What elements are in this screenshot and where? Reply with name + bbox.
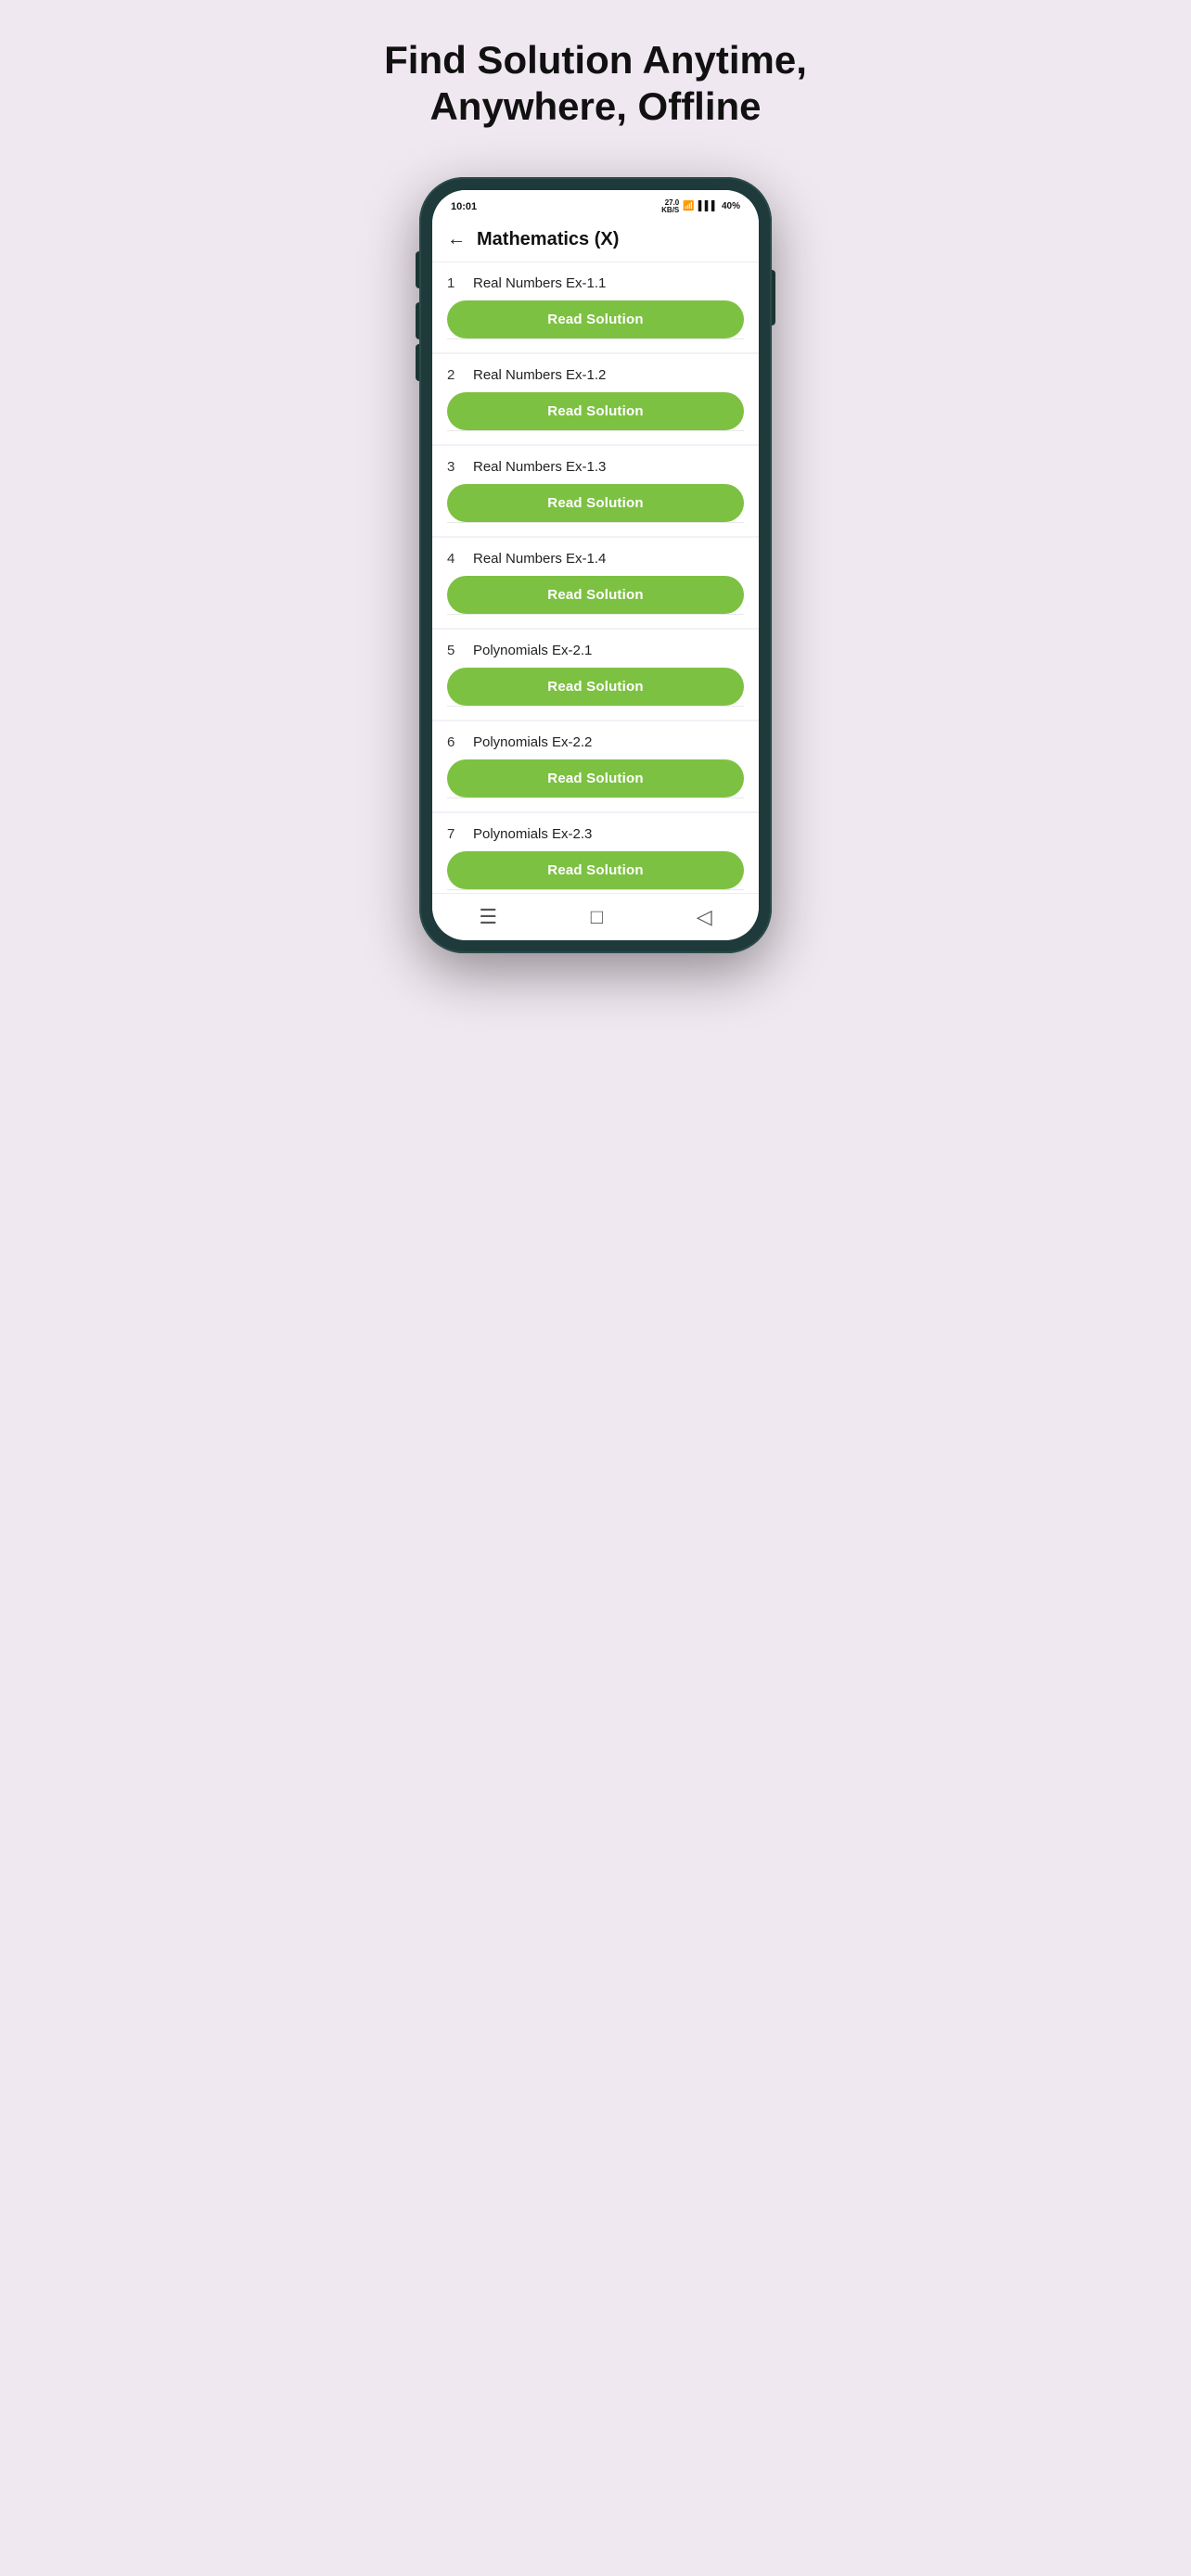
read-solution-button[interactable]: Read Solution bbox=[447, 851, 744, 889]
list-item: 3Real Numbers Ex-1.3 Read Solution bbox=[432, 446, 759, 536]
list-item: 6Polynomials Ex-2.2 Read Solution bbox=[432, 721, 759, 811]
item-number: 6 bbox=[447, 734, 473, 750]
list-container: 1Real Numbers Ex-1.1Read Solution2Real N… bbox=[432, 262, 759, 893]
item-number: 3 bbox=[447, 459, 473, 475]
back-arrow-icon[interactable]: ← bbox=[447, 229, 466, 250]
item-header: 3Real Numbers Ex-1.3 bbox=[447, 459, 744, 475]
battery-level: 40% bbox=[722, 201, 740, 211]
read-solution-button[interactable]: Read Solution bbox=[447, 759, 744, 797]
item-number: 4 bbox=[447, 551, 473, 567]
signal-icon: ▌▌▌ bbox=[698, 201, 718, 211]
page-title: Find Solution Anytime, Anywhere, Offline bbox=[384, 37, 807, 131]
phone-screen: 10:01 27.0 KB/S 📶 ▌▌▌ 40% ← Mathematics … bbox=[432, 190, 759, 940]
item-number: 2 bbox=[447, 367, 473, 383]
status-time: 10:01 bbox=[451, 201, 477, 212]
item-label: Polynomials Ex-2.3 bbox=[473, 826, 592, 842]
item-header: 1Real Numbers Ex-1.1 bbox=[447, 275, 744, 291]
item-label: Real Numbers Ex-1.1 bbox=[473, 275, 606, 291]
list-item: 7Polynomials Ex-2.3 Read Solution bbox=[432, 813, 759, 893]
data-unit: KB/S bbox=[661, 207, 679, 214]
back-icon[interactable]: ◁ bbox=[697, 905, 712, 929]
list-item: 4Real Numbers Ex-1.4 Read Solution bbox=[432, 538, 759, 628]
read-solution-button[interactable]: Read Solution bbox=[447, 300, 744, 338]
item-header: 7Polynomials Ex-2.3 bbox=[447, 826, 744, 842]
item-header: 2Real Numbers Ex-1.2 bbox=[447, 367, 744, 383]
item-number: 1 bbox=[447, 275, 473, 291]
list-item: 5Polynomials Ex-2.1 Read Solution bbox=[432, 630, 759, 720]
item-label: Real Numbers Ex-1.3 bbox=[473, 459, 606, 475]
item-header: 4Real Numbers Ex-1.4 bbox=[447, 551, 744, 567]
item-label: Real Numbers Ex-1.4 bbox=[473, 551, 606, 567]
list-item: 2Real Numbers Ex-1.2 Read Solution bbox=[432, 354, 759, 444]
item-number: 7 bbox=[447, 826, 473, 842]
item-header: 6Polynomials Ex-2.2 bbox=[447, 734, 744, 750]
item-header: 5Polynomials Ex-2.1 bbox=[447, 643, 744, 658]
status-bar-right: 27.0 KB/S 📶 ▌▌▌ 40% bbox=[661, 199, 740, 214]
home-icon[interactable]: □ bbox=[591, 905, 603, 929]
bottom-nav: ☰ □ ◁ bbox=[432, 893, 759, 940]
status-bar: 10:01 27.0 KB/S 📶 ▌▌▌ 40% bbox=[432, 190, 759, 220]
read-solution-button[interactable]: Read Solution bbox=[447, 392, 744, 430]
screen-title: Mathematics (X) bbox=[477, 229, 619, 250]
item-number: 5 bbox=[447, 643, 473, 658]
item-label: Polynomials Ex-2.2 bbox=[473, 734, 592, 750]
phone-frame: 10:01 27.0 KB/S 📶 ▌▌▌ 40% ← Mathematics … bbox=[419, 177, 772, 953]
item-label: Polynomials Ex-2.1 bbox=[473, 643, 592, 658]
read-solution-button[interactable]: Read Solution bbox=[447, 484, 744, 522]
nav-bar: ← Mathematics (X) bbox=[432, 220, 759, 262]
read-solution-button[interactable]: Read Solution bbox=[447, 576, 744, 614]
list-item: 1Real Numbers Ex-1.1 Read Solution bbox=[432, 262, 759, 352]
wifi-icon: 📶 bbox=[683, 201, 694, 211]
read-solution-button[interactable]: Read Solution bbox=[447, 668, 744, 706]
item-label: Real Numbers Ex-1.2 bbox=[473, 367, 606, 383]
menu-icon[interactable]: ☰ bbox=[479, 905, 497, 929]
